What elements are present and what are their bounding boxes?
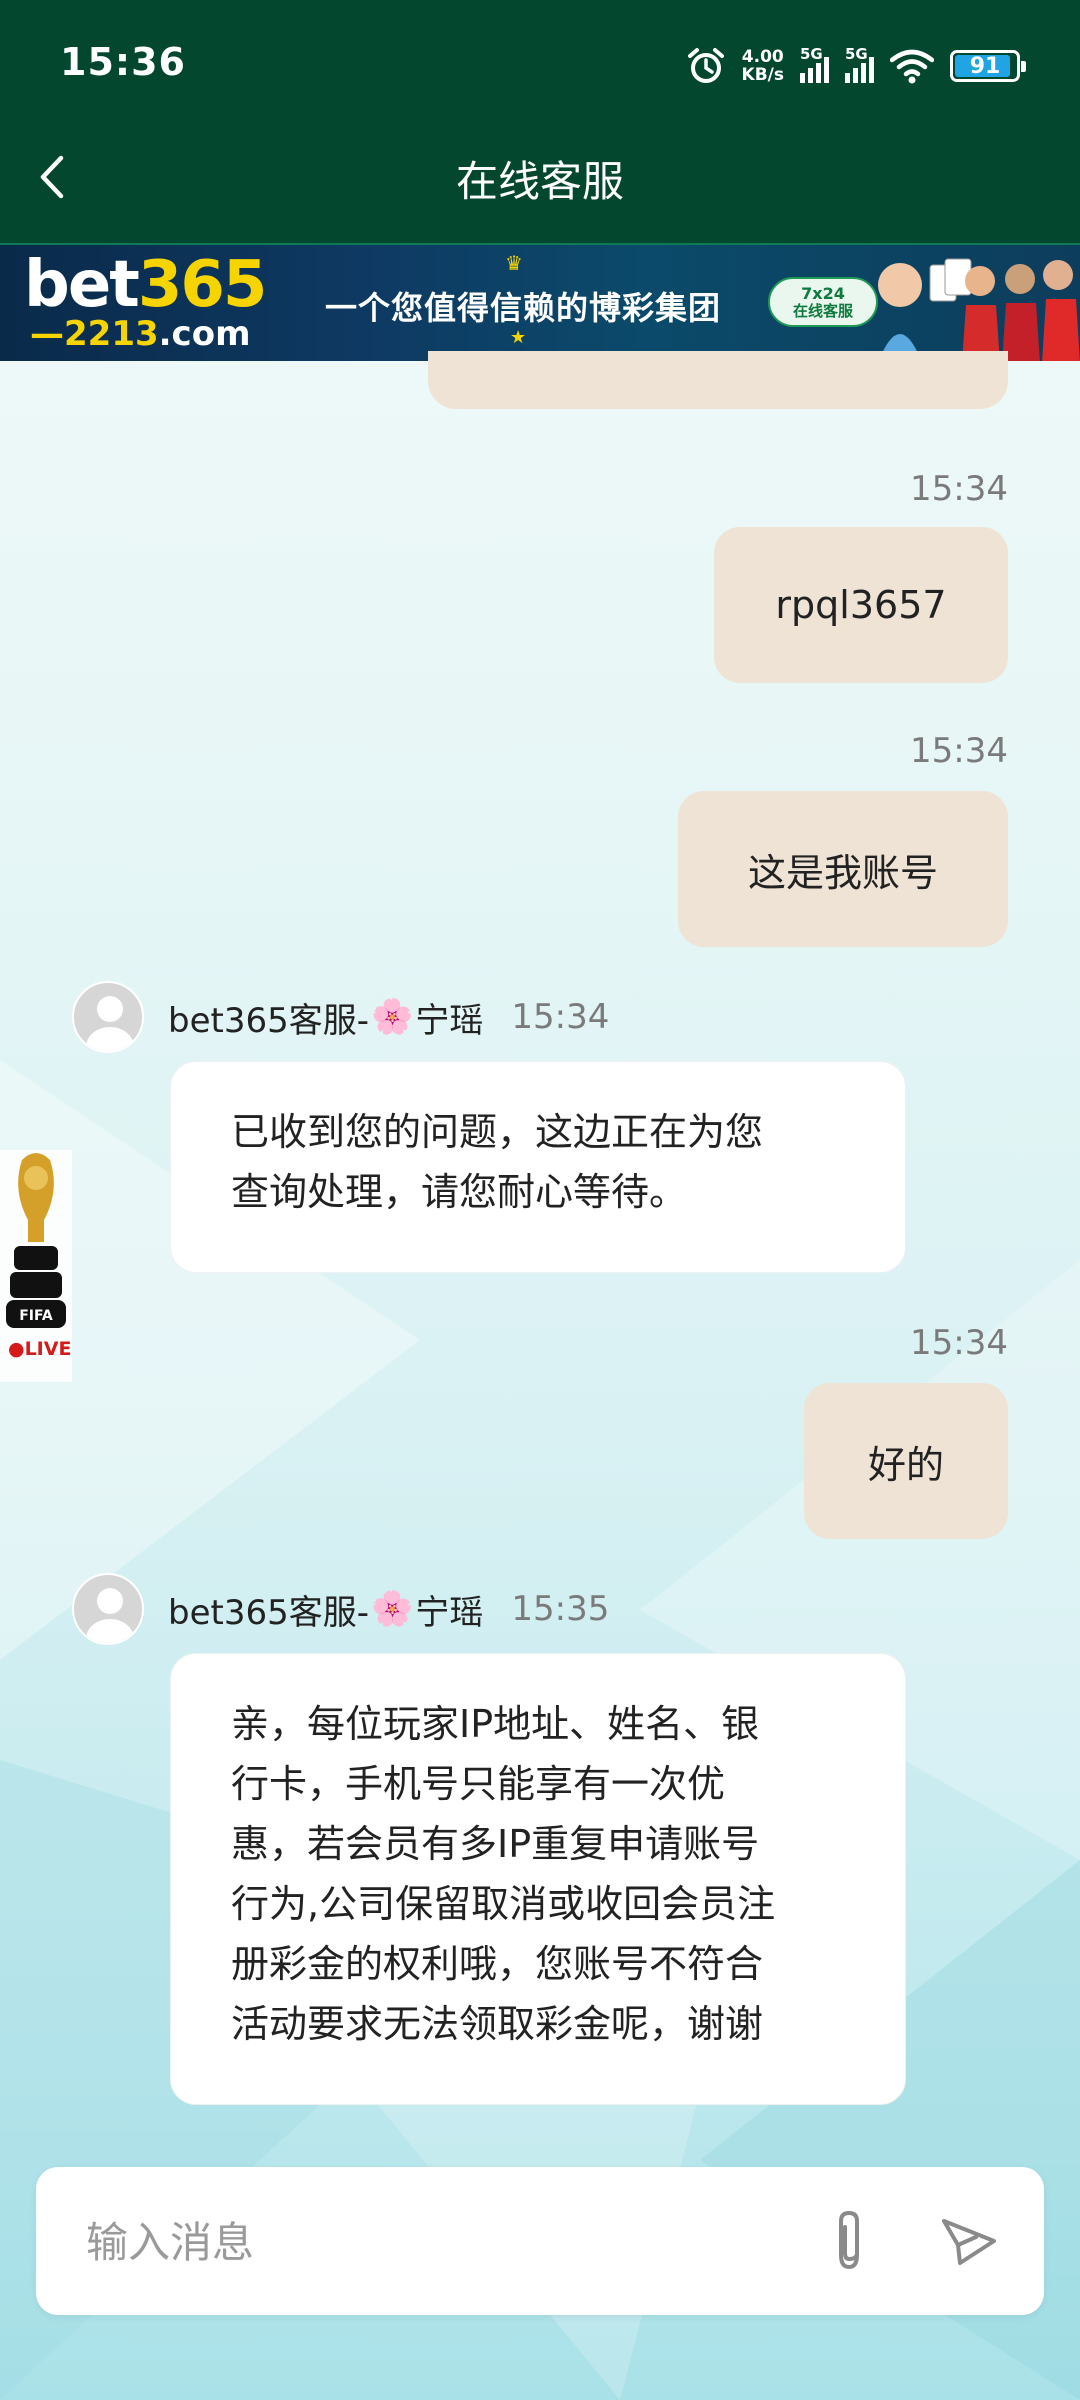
message-time: 15:34 [910,731,1008,771]
promo-banner[interactable]: bet365 —2213.com— ♛ 一个您值得信赖的博彩集团 ★ 7x24 … [0,243,1080,361]
send-button[interactable] [934,2207,1004,2277]
fifa-label: FIFA [19,1308,53,1324]
status-icons: 4.00 KB/s 5G 5G 91 [686,44,1026,88]
support-badge: 7x24 在线客服 [768,277,878,327]
signal-icon: 5G [800,45,829,83]
app-header: 15:36 4.00 KB/s 5G 5G 91 在线客服 [0,0,1080,243]
page-title: 在线客服 [455,157,624,206]
agent-header: bet365客服- 🌸 宁瑶 15:35 [72,1573,609,1645]
outgoing-message[interactable]: rpql3657 [714,527,1008,683]
incoming-message[interactable]: 亲，每位玩家IP地址、姓名、银 行卡，手机号只能享有一次优 惠，若会员有多IP重… [170,1653,906,2105]
message-time: 15:34 [511,997,610,1037]
message-composer [36,2167,1044,2315]
avatar [72,1573,144,1645]
message-time: 15:34 [910,469,1008,509]
agent-name: bet365客服- 🌸 宁瑶 [168,1589,484,1633]
message-time: 15:34 [910,1323,1008,1363]
status-time: 15:36 [60,40,186,84]
banner-slogan: 一个您值得信赖的博彩集团 [325,289,722,327]
chat-thread[interactable]: 15:34 rpql3657 15:34 这是我账号 bet365客服- 🌸 宁… [0,351,1080,2161]
outgoing-message[interactable]: 这是我账号 [678,791,1008,947]
agent-name: bet365客服- 🌸 宁瑶 [168,997,484,1041]
incoming-message[interactable]: 已收到您的问题，这边正在为您 查询处理，请您耐心等待。 [170,1061,906,1273]
flower-icon: 🌸 [371,997,414,1037]
paperclip-icon [839,2210,859,2270]
signal-icon-2: 5G [845,45,874,83]
star-icon: ★ [510,327,527,348]
avatar [72,981,144,1053]
trophy-icon: FIFA [6,1153,66,1328]
players-illustration [878,258,1080,361]
live-badge: ●LIVE [8,1338,72,1360]
message-bubble-partial [428,351,1008,409]
agent-header: bet365客服- 🌸 宁瑶 15:34 [72,981,609,1053]
flower-icon: 🌸 [371,1589,414,1629]
brand-logo: bet365 —2213.com— [24,248,267,361]
send-icon [942,2219,996,2265]
network-speed: 4.00 KB/s [741,47,784,85]
message-time: 15:35 [511,1589,610,1629]
crown-icon: ♛ [505,251,523,275]
alarm-icon [687,48,724,83]
outgoing-message[interactable]: 好的 [804,1383,1008,1539]
message-input[interactable] [86,2207,786,2277]
battery-icon: 91 [950,50,1026,82]
attach-button[interactable] [816,2205,882,2277]
wifi-icon [890,49,934,84]
